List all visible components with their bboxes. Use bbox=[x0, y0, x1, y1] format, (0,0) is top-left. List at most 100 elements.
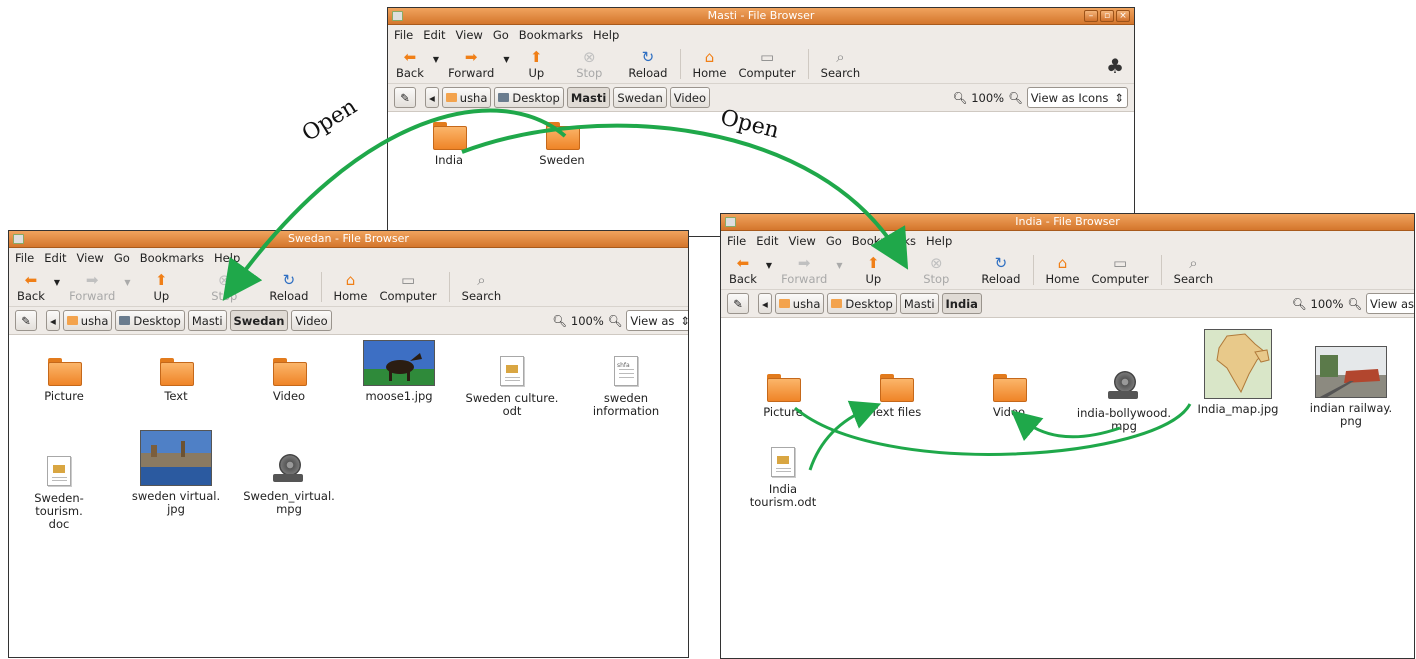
view-as-select[interactable]: View as Icons ⇕ bbox=[1026, 87, 1128, 108]
menu-bookmarks[interactable]: Bookmarks bbox=[519, 28, 583, 42]
zoom-level[interactable]: 100% bbox=[1311, 297, 1344, 311]
menu-file[interactable]: File bbox=[727, 234, 746, 248]
path-scroll-left-button[interactable]: ◂ bbox=[758, 293, 772, 314]
path-masti[interactable]: Masti bbox=[899, 293, 939, 314]
search-button[interactable]: ⌕ Search bbox=[1168, 255, 1220, 289]
menu-view[interactable]: View bbox=[77, 251, 104, 265]
zoom-in-icon[interactable]: 🔍︎ bbox=[608, 314, 623, 328]
path-india[interactable]: India bbox=[941, 293, 982, 314]
forward-button[interactable]: ➡ Forward bbox=[775, 255, 833, 289]
up-button[interactable]: ⬆ Up bbox=[522, 49, 550, 83]
menu-help[interactable]: Help bbox=[593, 28, 619, 42]
menu-file[interactable]: File bbox=[15, 251, 34, 265]
item-video-folder[interactable]: Video bbox=[241, 358, 337, 403]
computer-button[interactable]: ▭ Computer bbox=[732, 49, 801, 83]
item-video-folder[interactable]: Video bbox=[961, 374, 1057, 419]
path-desktop[interactable]: Desktop bbox=[115, 310, 185, 331]
stop-button[interactable]: ⊗ Stop bbox=[205, 272, 243, 306]
path-swedan[interactable]: Swedan bbox=[613, 87, 667, 108]
search-button[interactable]: ⌕ Search bbox=[456, 272, 508, 306]
location-edit-button[interactable]: ✎ bbox=[727, 293, 749, 314]
masti-titlebar[interactable]: Masti - File Browser – ▫ × bbox=[388, 8, 1134, 25]
location-edit-button[interactable]: ✎ bbox=[394, 87, 416, 108]
reload-button[interactable]: ↻ Reload bbox=[975, 255, 1026, 289]
minimize-button[interactable]: – bbox=[1084, 10, 1098, 22]
menu-file[interactable]: File bbox=[394, 28, 413, 42]
menu-edit[interactable]: Edit bbox=[44, 251, 66, 265]
up-button[interactable]: ⬆ Up bbox=[859, 255, 887, 289]
stop-button[interactable]: ⊗ Stop bbox=[570, 49, 608, 83]
item-text-files-folder[interactable]: Text files bbox=[848, 374, 944, 419]
location-edit-button[interactable]: ✎ bbox=[15, 310, 37, 331]
zoom-level[interactable]: 100% bbox=[971, 91, 1004, 105]
back-button[interactable]: ⬅ Back bbox=[723, 255, 763, 289]
menu-view[interactable]: View bbox=[789, 234, 816, 248]
stop-button[interactable]: ⊗ Stop bbox=[917, 255, 955, 289]
menu-bookmarks[interactable]: Bookmarks bbox=[140, 251, 204, 265]
path-swedan[interactable]: Swedan bbox=[229, 310, 289, 331]
menu-edit[interactable]: Edit bbox=[756, 234, 778, 248]
path-usha[interactable]: usha bbox=[774, 293, 825, 314]
menu-bookmarks[interactable]: Bookmarks bbox=[852, 234, 916, 248]
zoom-in-icon[interactable]: 🔍︎ bbox=[1347, 297, 1362, 311]
forward-button[interactable]: ➡ Forward bbox=[63, 272, 121, 306]
path-video[interactable]: Video bbox=[669, 87, 710, 108]
computer-button[interactable]: ▭ Computer bbox=[1085, 255, 1154, 289]
zoom-out-icon[interactable]: 🔍︎ bbox=[1292, 297, 1307, 311]
zoom-out-icon[interactable]: 🔍︎ bbox=[953, 91, 968, 105]
item-picture-folder[interactable]: Picture bbox=[16, 358, 112, 403]
back-history-dropdown-icon[interactable]: ▼ bbox=[54, 278, 60, 295]
menu-view[interactable]: View bbox=[456, 28, 483, 42]
menu-go[interactable]: Go bbox=[493, 28, 509, 42]
home-button[interactable]: ⌂ Home bbox=[1040, 255, 1086, 289]
back-button[interactable]: ⬅ Back bbox=[390, 49, 430, 83]
path-desktop[interactable]: Desktop bbox=[494, 87, 564, 108]
path-usha[interactable]: usha bbox=[441, 87, 492, 108]
path-desktop[interactable]: Desktop bbox=[827, 293, 897, 314]
menu-help[interactable]: Help bbox=[926, 234, 952, 248]
path-masti[interactable]: Masti bbox=[187, 310, 227, 331]
swedan-icon-view[interactable]: Picture Text Video moose1.jpg Sweden cul… bbox=[9, 336, 688, 657]
path-scroll-left-button[interactable]: ◂ bbox=[46, 310, 60, 331]
back-history-dropdown-icon[interactable]: ▼ bbox=[766, 261, 772, 278]
item-indian-railway-png[interactable]: indian railway. png bbox=[1303, 346, 1399, 428]
swedan-titlebar[interactable]: Swedan - File Browser bbox=[9, 231, 688, 248]
home-button[interactable]: ⌂ Home bbox=[328, 272, 374, 306]
menu-go[interactable]: Go bbox=[114, 251, 130, 265]
item-picture-folder[interactable]: Picture bbox=[735, 374, 831, 419]
item-sweden-folder[interactable]: Sweden bbox=[514, 122, 610, 167]
maximize-button[interactable]: ▫ bbox=[1100, 10, 1114, 22]
menu-help[interactable]: Help bbox=[214, 251, 240, 265]
item-sweden-information[interactable]: shfa sweden information bbox=[578, 356, 674, 418]
zoom-out-icon[interactable]: 🔍︎ bbox=[552, 314, 567, 328]
home-button[interactable]: ⌂ Home bbox=[687, 49, 733, 83]
item-sweden-virtual-mpg[interactable]: Sweden_virtual. mpg bbox=[241, 454, 337, 516]
item-india-tourism-odt[interactable]: India tourism.odt bbox=[735, 447, 831, 509]
close-button[interactable]: × bbox=[1116, 10, 1130, 22]
view-as-select[interactable]: View as ⇕ bbox=[626, 310, 688, 331]
item-india-bollywood-mpg[interactable]: india-bollywood. mpg bbox=[1076, 371, 1172, 433]
item-sweden-culture-odt[interactable]: Sweden culture. odt bbox=[464, 356, 560, 418]
item-moose1-jpg[interactable]: moose1.jpg bbox=[351, 340, 447, 403]
zoom-in-icon[interactable]: 🔍︎ bbox=[1008, 91, 1023, 105]
forward-history-dropdown-icon[interactable]: ▼ bbox=[836, 261, 842, 278]
path-usha[interactable]: usha bbox=[62, 310, 113, 331]
india-icon-view[interactable]: Picture Text files Video india-bollywood… bbox=[721, 319, 1414, 658]
up-button[interactable]: ⬆ Up bbox=[147, 272, 175, 306]
item-sweden-virtual-jpg[interactable]: sweden virtual. jpg bbox=[128, 430, 224, 516]
india-titlebar[interactable]: India - File Browser bbox=[721, 214, 1414, 231]
forward-button[interactable]: ➡ Forward bbox=[442, 49, 500, 83]
back-history-dropdown-icon[interactable]: ▼ bbox=[433, 55, 439, 72]
zoom-level[interactable]: 100% bbox=[571, 314, 604, 328]
menu-edit[interactable]: Edit bbox=[423, 28, 445, 42]
path-video[interactable]: Video bbox=[291, 310, 332, 331]
path-masti[interactable]: Masti bbox=[566, 87, 611, 108]
item-india-map-jpg[interactable]: India_map.jpg bbox=[1190, 329, 1286, 416]
search-button[interactable]: ⌕ Search bbox=[815, 49, 867, 83]
computer-button[interactable]: ▭ Computer bbox=[373, 272, 442, 306]
item-india-folder[interactable]: India bbox=[401, 122, 497, 167]
view-as-select[interactable]: View as bbox=[1366, 293, 1414, 314]
forward-history-dropdown-icon[interactable]: ▼ bbox=[124, 278, 130, 295]
forward-history-dropdown-icon[interactable]: ▼ bbox=[503, 55, 509, 72]
path-scroll-left-button[interactable]: ◂ bbox=[425, 87, 439, 108]
